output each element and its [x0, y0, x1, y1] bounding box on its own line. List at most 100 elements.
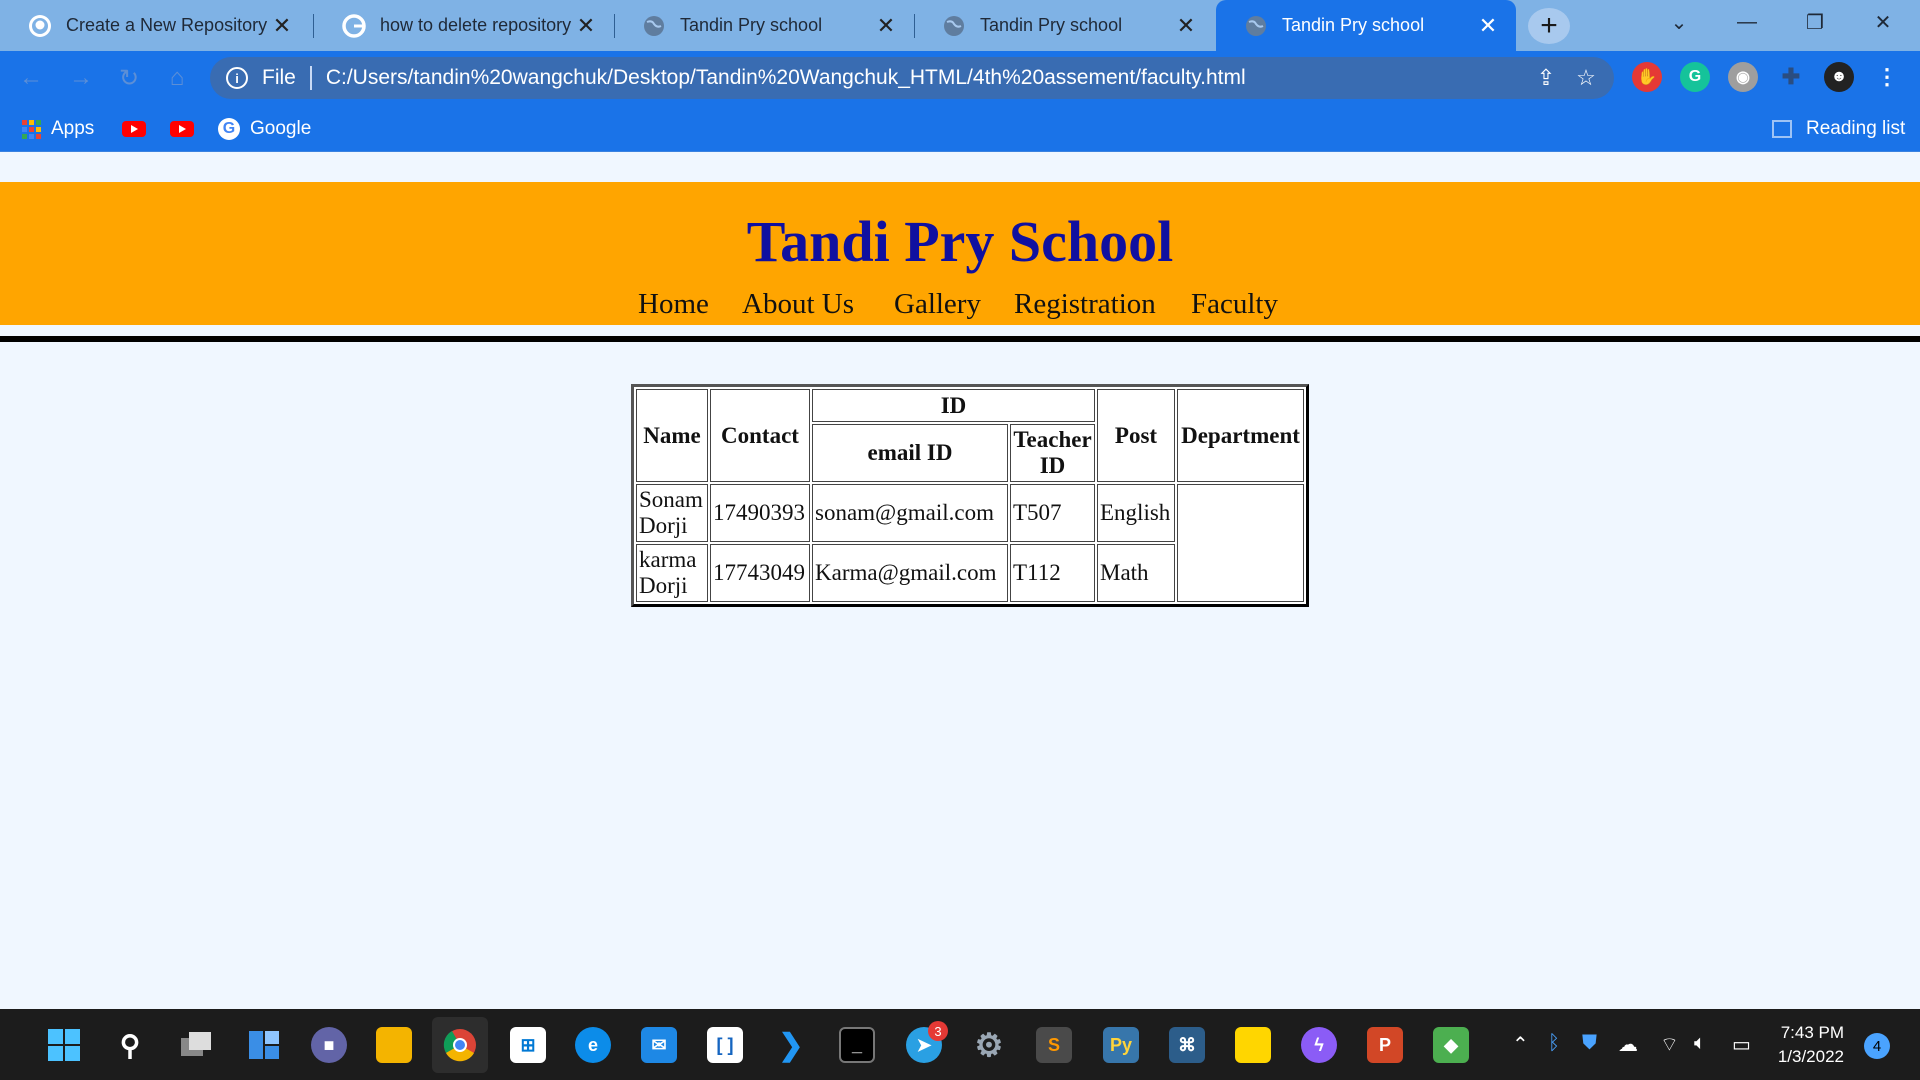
tab-title: Tandin Pry school	[1282, 15, 1425, 35]
bluetooth-icon[interactable]: ᛒ	[1548, 1032, 1560, 1055]
google-label: Google	[250, 118, 312, 139]
file-explorer-icon[interactable]	[376, 1027, 412, 1063]
clock-time: 7:43 PM	[1780, 1023, 1844, 1042]
volume-icon[interactable]: 🔈︎	[1694, 1032, 1706, 1055]
nav-gallery[interactable]: Gallery	[894, 288, 981, 321]
notification-count-badge[interactable]: 4	[1864, 1033, 1890, 1059]
task-view-icon[interactable]	[178, 1027, 214, 1063]
tray-overflow-icon[interactable]: ⌃	[1512, 1032, 1529, 1057]
youtube-bookmark-1[interactable]	[122, 115, 146, 143]
back-icon[interactable]: ←	[16, 63, 46, 93]
tab-title: Create a New Repository	[66, 15, 268, 35]
settings-gear-icon[interactable]: ⚙	[971, 1027, 1007, 1063]
powerpoint-icon[interactable]: P	[1367, 1027, 1403, 1063]
battery-icon[interactable]: ▭	[1732, 1032, 1751, 1057]
extensions-puzzle-icon[interactable]: ✚	[1776, 62, 1806, 92]
nav-about-us[interactable]: About Us	[742, 288, 854, 321]
site-title: Tandi Pry School	[746, 209, 1174, 274]
close-tab-icon[interactable]: ✕	[1172, 12, 1200, 40]
apps-grid-icon	[22, 119, 41, 139]
tab-title: how to delete repository i	[380, 15, 572, 35]
bookmark-star-icon[interactable]: ☆	[1566, 58, 1606, 98]
cell-contact: 17743049	[710, 544, 810, 602]
search-icon[interactable]: ⚲	[112, 1027, 148, 1063]
close-tab-icon[interactable]: ✕	[268, 12, 296, 40]
google-bookmark[interactable]: G Google	[218, 115, 311, 143]
windows-start-icon[interactable]	[46, 1027, 82, 1063]
faculty-table: Name Contact ID Post Department email ID…	[631, 384, 1309, 607]
new-tab-button[interactable]: +	[1528, 8, 1570, 44]
header-department: Department	[1177, 389, 1304, 482]
youtube-icon	[122, 121, 146, 137]
tab-github[interactable]: Create a New Repository ✕	[0, 0, 310, 51]
close-window-icon[interactable]: ✕	[1852, 0, 1914, 44]
apps-label: Apps	[51, 118, 95, 139]
tab-search-icon[interactable]: ⌄	[1648, 0, 1710, 44]
tab-title: Tandin Pry school	[980, 15, 1123, 35]
mysql-workbench-icon[interactable]: ⌘	[1169, 1027, 1205, 1063]
sublime-text-icon[interactable]: S	[1036, 1027, 1072, 1063]
minimize-icon[interactable]: —	[1716, 0, 1778, 44]
globe-icon	[942, 14, 966, 38]
cell-contact: 17490393	[710, 484, 810, 542]
globe-icon	[1244, 14, 1268, 38]
profile-avatar[interactable]: ☻	[1824, 62, 1854, 92]
vscode-icon[interactable]: ❯	[773, 1027, 809, 1063]
edge-icon[interactable]: e	[575, 1027, 611, 1063]
scheme-label: File	[262, 66, 296, 89]
cell-name: karma Dorji	[636, 544, 708, 602]
git-app-icon[interactable]: ◆	[1433, 1027, 1469, 1063]
tab-tandin-1[interactable]: Tandin Pry school ✕	[614, 0, 914, 51]
share-icon[interactable]: ⇪	[1526, 58, 1566, 98]
chrome-icon[interactable]	[442, 1027, 478, 1063]
terminal-icon[interactable]: _	[839, 1027, 875, 1063]
tab-tandin-active[interactable]: Tandin Pry school ✕	[1216, 0, 1516, 51]
nav-registration[interactable]: Registration	[1014, 288, 1156, 321]
header-divider	[0, 336, 1920, 342]
security-shield-icon[interactable]: ⛊	[1582, 1032, 1597, 1055]
sticky-notes-icon[interactable]	[1235, 1027, 1271, 1063]
tab-tandin-2[interactable]: Tandin Pry school ✕	[914, 0, 1214, 51]
apps-bookmark[interactable]: Apps	[22, 115, 94, 143]
microsoft-store-icon[interactable]: ⊞	[510, 1027, 546, 1063]
address-bar[interactable]: i File C:/Users/tandin%20wangchuk/Deskto…	[210, 57, 1614, 99]
teams-chat-icon[interactable]: ■	[311, 1027, 347, 1063]
header-post: Post	[1097, 389, 1175, 482]
cell-teacher-id: T507	[1010, 484, 1095, 542]
onedrive-cloud-icon[interactable]: ☁	[1618, 1032, 1638, 1057]
python-icon[interactable]: Py	[1103, 1027, 1139, 1063]
youtube-icon	[170, 121, 194, 137]
close-tab-icon[interactable]: ✕	[1474, 12, 1502, 40]
restore-icon[interactable]: ❐	[1784, 0, 1846, 44]
info-icon[interactable]: i	[226, 67, 248, 89]
widgets-icon[interactable]	[246, 1027, 282, 1063]
youtube-bookmark-2[interactable]	[170, 115, 194, 143]
tab-strip: Create a New Repository ✕ how to delete …	[0, 0, 1920, 51]
reading-list-label: Reading list	[1806, 118, 1906, 139]
mail-icon[interactable]: ✉	[641, 1027, 677, 1063]
clock-date: 1/3/2022	[1777, 1047, 1844, 1066]
reading-list-button[interactable]: Reading list	[1772, 115, 1905, 143]
menu-kebab-icon[interactable]: ⋮	[1872, 62, 1902, 92]
spy-extension-icon[interactable]: ◉	[1728, 62, 1758, 92]
bookmarks-bar: Apps G Google Reading list	[0, 105, 1920, 152]
grammarly-extension-icon[interactable]: G	[1680, 62, 1710, 92]
telegram-badge: 3	[928, 1021, 948, 1041]
wifi-icon[interactable]: ⌔	[1660, 1032, 1679, 1057]
url-text[interactable]: C:/Users/tandin%20wangchuk/Desktop/Tandi…	[326, 66, 1526, 90]
home-icon[interactable]: ⌂	[162, 63, 192, 93]
nav-home[interactable]: Home	[638, 288, 709, 321]
reload-icon[interactable]: ↻	[114, 63, 144, 93]
messenger-icon[interactable]: ϟ	[1301, 1027, 1337, 1063]
brackets-app-icon[interactable]: [ ]	[707, 1027, 743, 1063]
close-tab-icon[interactable]: ✕	[872, 12, 900, 40]
cell-department	[1177, 484, 1304, 602]
close-tab-icon[interactable]: ✕	[572, 12, 600, 40]
forward-icon[interactable]: →	[66, 63, 96, 93]
nav-faculty[interactable]: Faculty	[1191, 288, 1278, 321]
tab-title: Tandin Pry school	[680, 15, 823, 35]
tab-google-search[interactable]: how to delete repository i ✕	[314, 0, 614, 51]
cell-teacher-id: T112	[1010, 544, 1095, 602]
cell-name: Sonam Dorji	[636, 484, 708, 542]
adblock-extension-icon[interactable]: ✋	[1632, 62, 1662, 92]
